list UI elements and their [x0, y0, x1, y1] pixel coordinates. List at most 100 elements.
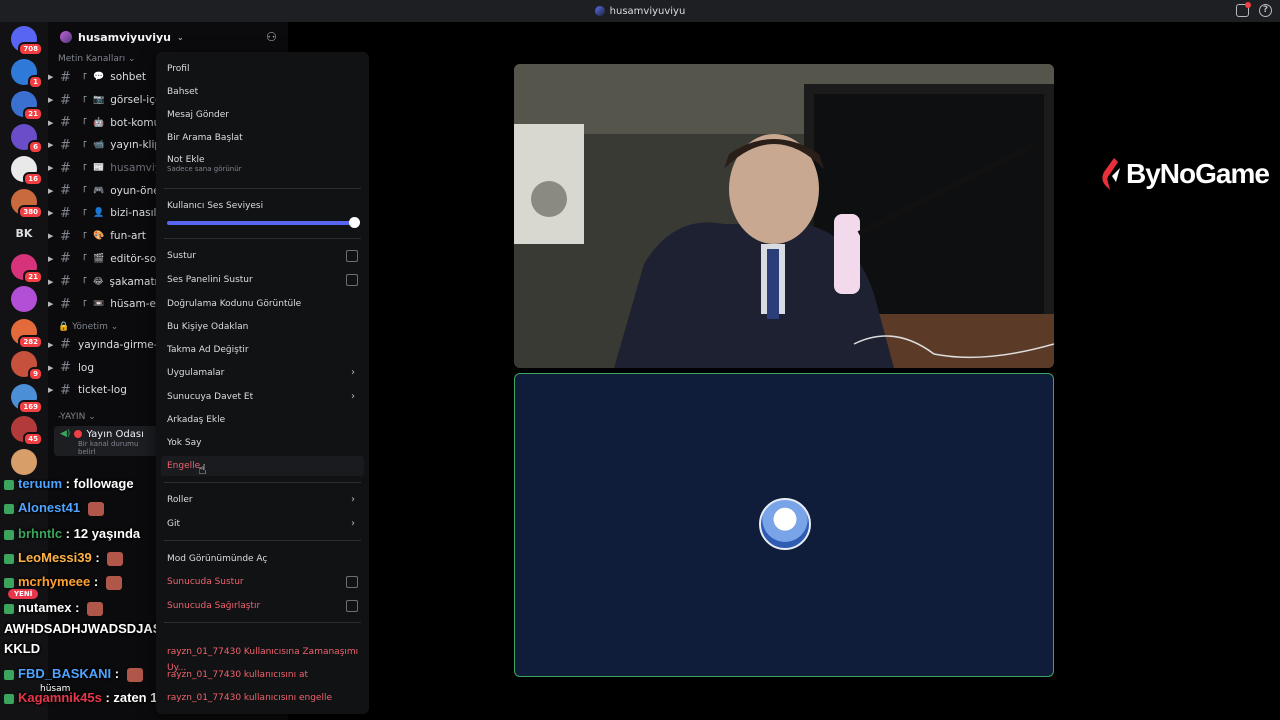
- server-icon-server-3[interactable]: 6: [11, 123, 43, 154]
- menu-item-block[interactable]: Engelle: [167, 458, 359, 474]
- menu-item-label: Uygulamalar: [167, 368, 225, 378]
- server-icon-server-bk[interactable]: BK: [11, 221, 37, 247]
- channel-name: bizi-nasıl: [110, 207, 157, 220]
- menu-divider: [164, 482, 361, 483]
- unread-indicator-icon: ▶: [48, 96, 54, 105]
- user-context-menu: Profil Bahset Mesaj Gönder Bir Arama Baş…: [156, 52, 369, 714]
- bracket-glyph: 「: [78, 96, 88, 107]
- hash-icon: #: [60, 92, 71, 108]
- inbox-icon[interactable]: [1236, 2, 1251, 17]
- mention-badge: 9: [28, 367, 43, 381]
- mention-badge: 708: [18, 42, 43, 56]
- channel-name: sohbet: [110, 71, 147, 84]
- add-member-icon[interactable]: ⚇: [266, 30, 280, 44]
- slider-knob[interactable]: [349, 217, 360, 228]
- help-icon[interactable]: ?: [1259, 4, 1272, 17]
- menu-item-apps[interactable]: Uygulamalar ›: [167, 365, 359, 381]
- menu-item-mod-view[interactable]: Mod Görünümünde Aç: [167, 551, 359, 567]
- server-icon-server-6[interactable]: 21: [11, 253, 43, 284]
- menu-item-server-deafen[interactable]: Sunucuda Sağırlaştır: [167, 598, 359, 614]
- menu-item-mention[interactable]: Bahset: [167, 84, 359, 100]
- menu-item-profile[interactable]: Profil: [167, 61, 359, 77]
- menu-item-server-mute[interactable]: Sunucuda Sustur: [167, 574, 359, 590]
- channel-name: yayında-girme-m: [78, 338, 168, 351]
- bracket-glyph: 「: [78, 255, 88, 266]
- bracket-glyph: 「: [78, 300, 88, 311]
- bracket-glyph: 「: [78, 209, 88, 220]
- server-icon-server-4[interactable]: 16: [11, 156, 43, 186]
- category-label: Metin Kanalları: [58, 54, 126, 64]
- server-icon-server-2[interactable]: 21: [11, 91, 43, 121]
- server-avatar-icon: [594, 6, 605, 16]
- channel-emoji: 😂: [93, 276, 104, 287]
- menu-item-nickname[interactable]: Takma Ad Değiştir: [167, 342, 359, 358]
- menu-item-ignore[interactable]: Yok Say: [167, 435, 359, 451]
- video-tile-audio[interactable]: [514, 373, 1054, 677]
- logo-text: ByNoGame: [1126, 158, 1270, 189]
- hash-icon: #: [60, 337, 71, 353]
- bracket-glyph: 「: [78, 164, 88, 175]
- bracket-glyph: 「: [78, 232, 88, 243]
- menu-item-mute[interactable]: Sustur: [167, 248, 359, 264]
- menu-item-invite[interactable]: Sunucuya Davet Et ›: [167, 389, 359, 405]
- mention-badge: 21: [23, 269, 43, 284]
- voice-channel[interactable]: ◀) Yayın Odası Bir kanal durumu belirl: [54, 425, 158, 456]
- bracket-glyph: 「: [78, 141, 88, 152]
- channel-emoji: 📹: [93, 140, 105, 151]
- unread-indicator-icon: ▶: [48, 73, 54, 82]
- menu-item-message[interactable]: Mesaj Gönder: [167, 107, 359, 123]
- menu-item-go[interactable]: Git ›: [167, 516, 359, 532]
- unread-indicator-icon: ▶: [48, 254, 54, 263]
- channel-emoji: 🤖: [93, 117, 105, 128]
- server-icon-server-7[interactable]: [11, 286, 37, 312]
- channel-name: görsel-içe: [110, 94, 162, 107]
- menu-item-focus[interactable]: Bu Kişiye Odaklan: [167, 319, 359, 335]
- menu-item-mute-soundboard[interactable]: Ses Panelini Sustur: [167, 272, 359, 288]
- menu-item-add-friend[interactable]: Arkadaş Ekle: [167, 412, 359, 428]
- title-bar: husamviyuviyu ?: [0, 0, 1280, 22]
- server-icon-server-9[interactable]: 9: [11, 351, 43, 381]
- chevron-right-icon: ›: [351, 367, 355, 378]
- menu-item-add-note[interactable]: Not Ekle Sadece sana görünür: [167, 152, 359, 173]
- checkbox[interactable]: [346, 576, 358, 588]
- channel-name: ticket-log: [78, 384, 127, 397]
- bracket-glyph: 「: [78, 187, 88, 198]
- menu-item-verification-code[interactable]: Doğrulama Kodunu Görüntüle: [167, 296, 359, 312]
- checkbox[interactable]: [346, 250, 358, 262]
- server-icon-server-10[interactable]: 169: [11, 383, 43, 414]
- hash-icon: #: [60, 360, 71, 376]
- server-header[interactable]: husamviyuviyu ⌄ ⚇: [48, 22, 288, 52]
- menu-item-kick[interactable]: rayzn_01_77430 kullanıcısını at: [167, 667, 359, 683]
- server-icon: [60, 31, 72, 43]
- server-icon-server-8[interactable]: 282: [11, 318, 43, 349]
- menu-divider: [164, 540, 361, 541]
- menu-item-label: Sunucuda Sağırlaştır: [167, 601, 261, 611]
- checkbox[interactable]: [346, 274, 358, 286]
- menu-item-call[interactable]: Bir Arama Başlat: [167, 130, 359, 146]
- bracket-glyph: 「: [78, 278, 88, 289]
- mention-badge: 6: [28, 139, 43, 154]
- server-icon-discord-home[interactable]: 708: [11, 26, 43, 56]
- channel-name: log: [78, 361, 95, 374]
- menu-item-ban[interactable]: rayzn_01_77430 kullanıcısını engelle: [167, 690, 359, 706]
- channel-emoji: 🎨: [93, 231, 105, 242]
- menu-item-timeout[interactable]: rayzn_01_77430 Kullanıcısına Zamanaşımı …: [167, 644, 359, 673]
- hash-icon: #: [60, 296, 71, 312]
- channel-name: oyun-öne: [110, 184, 160, 197]
- video-tile-camera[interactable]: [514, 64, 1054, 368]
- menu-item-roles[interactable]: Roller ›: [167, 492, 359, 508]
- menu-item-label: Sunucuda Sustur: [167, 577, 244, 587]
- server-icon-server-11[interactable]: 45: [11, 416, 43, 446]
- server-icon-server-1[interactable]: 1: [11, 58, 43, 89]
- hash-icon: #: [60, 274, 71, 290]
- app-root: husamviyuviyu ? 708 1 21 6 16 380 BK 21 282 9 169 4…: [0, 0, 1280, 720]
- unread-indicator-icon: ▶: [48, 300, 54, 309]
- server-icon-server-12[interactable]: [11, 448, 37, 475]
- unread-indicator-icon: ▶: [48, 232, 54, 241]
- user-volume-slider[interactable]: [167, 217, 360, 228]
- window-title: husamviyuviyu: [594, 6, 685, 17]
- checkbox[interactable]: [346, 600, 358, 612]
- mention-badge: 282: [18, 334, 43, 349]
- server-icon-server-5[interactable]: 380: [11, 188, 43, 219]
- unread-indicator-icon: ▶: [48, 141, 54, 150]
